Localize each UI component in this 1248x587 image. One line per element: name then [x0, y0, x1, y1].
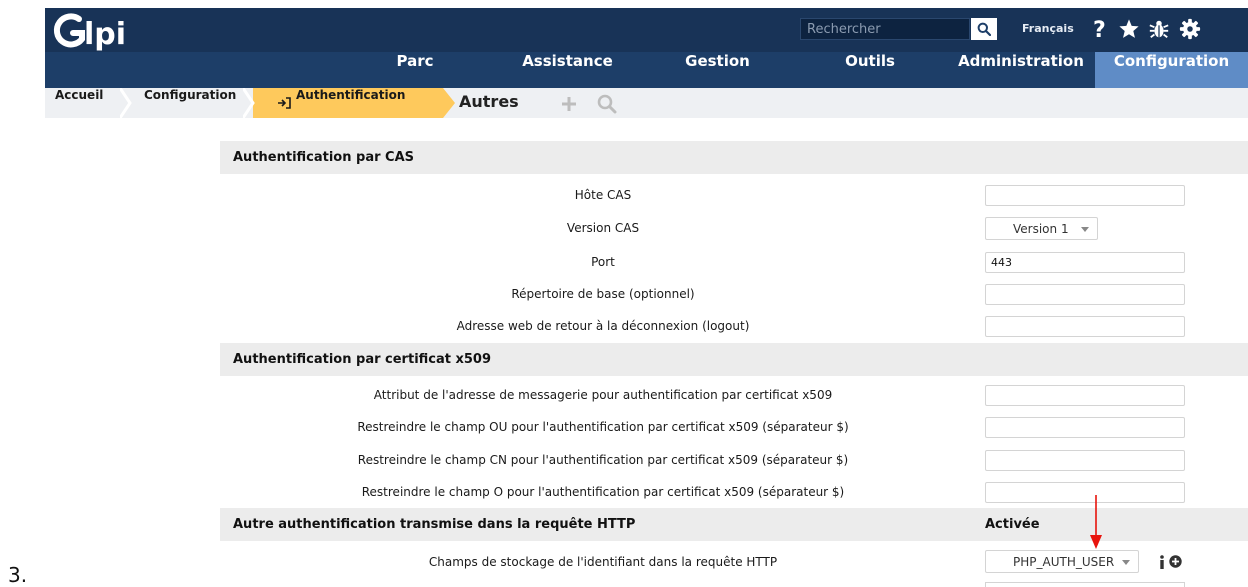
search-icon	[977, 22, 991, 36]
search-input[interactable]	[800, 18, 970, 40]
menu-parc[interactable]: Parc	[365, 52, 465, 88]
x509-o-input[interactable]	[985, 482, 1185, 503]
cas-version-select[interactable]: Version 1	[985, 217, 1098, 240]
form-row-cas-host: Hôte CAS	[220, 179, 1248, 212]
gear-icon[interactable]	[1178, 17, 1202, 41]
sign-in-icon	[278, 97, 291, 109]
list-number: 3.	[8, 563, 28, 587]
field-label: Restreindre le champ OU pour l'authentif…	[357, 420, 849, 434]
breadcrumb-authentification[interactable]: Authentification	[296, 88, 405, 118]
breadcrumb-separator-icon	[120, 88, 132, 118]
language-link[interactable]: Français	[1022, 22, 1074, 35]
svg-text:lpi: lpi	[84, 17, 126, 52]
help-icon[interactable]: ?	[1088, 17, 1112, 41]
x509-ou-input[interactable]	[985, 417, 1185, 438]
section-header-cas: Authentification par CAS	[220, 141, 1248, 174]
add-circle-icon[interactable]	[1169, 555, 1182, 568]
breadcrumb-configuration[interactable]: Configuration	[144, 88, 236, 118]
form-row-cas-logout: Adresse web de retour à la déconnexion (…	[220, 310, 1248, 343]
cas-base-dir-input[interactable]	[985, 284, 1185, 305]
breadcrumb-separator-icon	[243, 88, 255, 118]
section-header-x509: Authentification par certificat x509	[220, 343, 1248, 376]
svg-text:?: ?	[1093, 18, 1106, 40]
breadcrumb-current-tip	[443, 88, 455, 118]
search-icon[interactable]	[597, 94, 617, 114]
form-row-x509-email: Attribut de l'adresse de messagerie pour…	[220, 379, 1248, 412]
enabled-column-header: Activée	[985, 517, 1040, 532]
field-label: Répertoire de base (optionnel)	[511, 287, 695, 301]
x509-email-attribute-input[interactable]	[985, 385, 1185, 406]
add-icon[interactable]	[560, 95, 578, 113]
search-button[interactable]	[971, 18, 997, 40]
main-menu: Parc Assistance Gestion Outils Administr…	[45, 52, 1248, 88]
select-value: PHP_AUTH_USER	[1013, 555, 1115, 569]
glpi-logo[interactable]: lpi	[51, 12, 171, 52]
form-row-http-storage: Champs de stockage de l'identifiant dans…	[220, 546, 1248, 579]
section-title: Authentification par CAS	[233, 150, 415, 165]
field-label: Champs de stockage de l'identifiant dans…	[428, 555, 778, 569]
menu-configuration[interactable]: Configuration	[1095, 52, 1248, 88]
bug-icon[interactable]	[1147, 17, 1171, 41]
cas-logout-input[interactable]	[985, 316, 1185, 337]
breadcrumb-autres[interactable]: Autres	[459, 92, 519, 111]
cas-port-input[interactable]	[985, 252, 1185, 273]
chevron-down-icon	[1081, 227, 1089, 232]
field-label: Adresse web de retour à la déconnexion (…	[456, 319, 750, 333]
form-row-cas-port: Port	[220, 246, 1248, 279]
section-title: Autre authentification transmise dans la…	[233, 517, 636, 532]
cas-host-input[interactable]	[985, 185, 1185, 206]
x509-cn-input[interactable]	[985, 450, 1185, 471]
field-label: Port	[591, 255, 615, 269]
form-row-x509-ou: Restreindre le champ OU pour l'authentif…	[220, 411, 1248, 444]
menu-administration[interactable]: Administration	[950, 52, 1092, 88]
field-label: Restreindre le champ CN pour l'authentif…	[357, 453, 849, 467]
form-row-cas-version: Version CAS Version 1	[220, 212, 1248, 245]
annotation-arrow-icon	[1090, 495, 1102, 549]
field-label: Version CAS	[566, 221, 640, 235]
info-icon[interactable]	[1158, 555, 1166, 569]
breadcrumb-home[interactable]: Accueil	[55, 88, 103, 118]
field-label: Restreindre le champ O pour l'authentifi…	[361, 485, 845, 499]
form-row-x509-cn: Restreindre le champ CN pour l'authentif…	[220, 444, 1248, 477]
http-storage-select[interactable]: PHP_AUTH_USER	[985, 550, 1139, 573]
top-header: lpi Français ?	[45, 8, 1248, 52]
form-row-cas-base-dir: Répertoire de base (optionnel)	[220, 278, 1248, 311]
field-label: Hôte CAS	[574, 188, 632, 202]
breadcrumb: Accueil Configuration Authentification A…	[45, 88, 1248, 118]
select-value: Version 1	[1013, 222, 1069, 236]
menu-outils[interactable]: Outils	[815, 52, 925, 88]
next-field-partial[interactable]	[985, 582, 1185, 587]
section-title: Authentification par certificat x509	[233, 352, 492, 367]
field-label: Attribut de l'adresse de messagerie pour…	[373, 388, 833, 402]
menu-assistance[interactable]: Assistance	[510, 52, 625, 88]
star-icon[interactable]	[1117, 17, 1141, 41]
menu-gestion[interactable]: Gestion	[660, 52, 775, 88]
chevron-down-icon	[1122, 560, 1130, 565]
